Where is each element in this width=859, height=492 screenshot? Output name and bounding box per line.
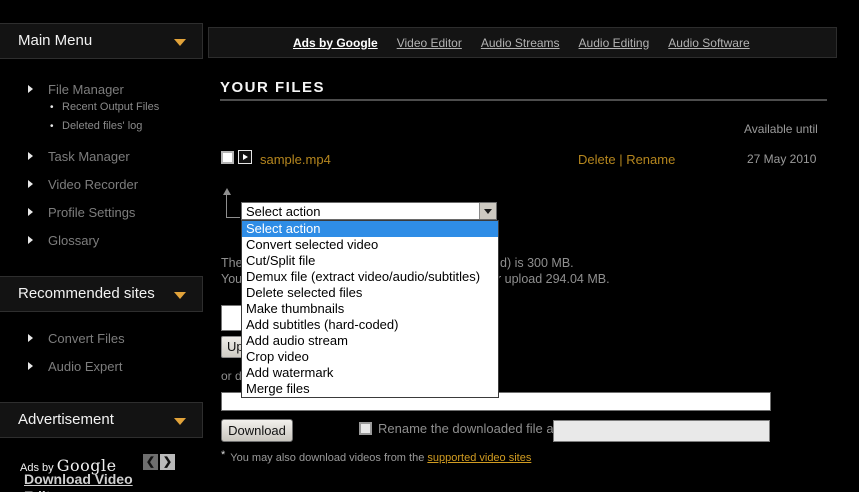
size-limit-text-left: The (221, 256, 243, 270)
nav-link-video-editor[interactable]: Video Editor (397, 36, 462, 50)
arrow-head (223, 188, 231, 195)
or-download-text: or d (221, 369, 242, 383)
chevron-down-icon (174, 292, 186, 299)
sidebar-subitem-recent-output-files[interactable]: • Recent Output Files (0, 101, 203, 114)
footnote-text: You may also download videos from the (230, 452, 427, 464)
size-limit-text-right: d) is 300 MB. (500, 256, 574, 270)
sidebar-subitem-deleted-files-log[interactable]: • Deleted files' log (0, 120, 203, 133)
action-select-value: Select action (246, 204, 320, 219)
file-checkbox[interactable] (221, 151, 234, 164)
sidebar-header-main-menu[interactable]: Main Menu (0, 23, 203, 59)
rename-checkbox[interactable] (359, 422, 372, 435)
bullet-icon: • (50, 121, 54, 132)
dropdown-option-select-action[interactable]: Select action (242, 221, 498, 237)
nav-link-audio-streams[interactable]: Audio Streams (481, 36, 560, 50)
chevron-down-icon (174, 418, 186, 425)
arrow-right-icon (28, 152, 33, 160)
sidebar-item-glossary[interactable]: Glossary (0, 233, 203, 249)
play-triangle-icon (243, 154, 248, 160)
advertisement-title: Advertisement (18, 411, 114, 428)
chevron-down-icon (174, 39, 186, 46)
top-ad-nav: Ads by Google Video Editor Audio Streams… (208, 27, 837, 58)
dropdown-option-make-thumbnails[interactable]: Make thumbnails (242, 301, 498, 317)
footnote: * You may also download videos from the s… (221, 449, 531, 464)
ad-next-button[interactable]: ❯ (160, 454, 175, 470)
download-button[interactable]: Download (221, 419, 293, 442)
sidebar-header-advertisement[interactable]: Advertisement (0, 402, 203, 438)
arrow-right-icon (28, 334, 33, 342)
sidebar-item-label: Audio Expert (48, 359, 122, 374)
dropdown-option-add-subtitles[interactable]: Add subtitles (hard-coded) (242, 317, 498, 333)
rename-checkbox-label: Rename the downloaded file as (378, 421, 560, 436)
arrow-line-vertical (226, 194, 227, 218)
sidebar-subitem-label: Deleted files' log (62, 120, 142, 132)
ad-link-line2[interactable]: Editor (24, 488, 64, 492)
ad-prev-button[interactable]: ❮ (143, 454, 158, 470)
rename-file-input[interactable] (553, 420, 770, 442)
sidebar-header-recommended-sites[interactable]: Recommended sites (0, 276, 203, 312)
ad-link-download-video[interactable]: Download Video (24, 471, 133, 487)
nav-link-audio-editing[interactable]: Audio Editing (579, 36, 650, 50)
sidebar-item-profile-settings[interactable]: Profile Settings (0, 205, 203, 221)
nav-link-audio-software[interactable]: Audio Software (668, 36, 749, 50)
pointer-arrow-icon (222, 188, 240, 219)
supported-video-sites-link[interactable]: supported video sites (427, 452, 531, 464)
available-until-label: Available until (744, 122, 818, 136)
sidebar-item-label: Convert Files (48, 331, 125, 346)
sidebar-item-label: Video Recorder (48, 177, 138, 192)
sidebar-item-video-recorder[interactable]: Video Recorder (0, 177, 203, 193)
footnote-asterisk: * (221, 449, 225, 461)
chevron-down-icon (484, 209, 492, 214)
action-select[interactable]: Select action (241, 202, 497, 220)
sidebar-item-task-manager[interactable]: Task Manager (0, 149, 203, 165)
sidebar-item-file-manager[interactable]: File Manager (0, 82, 203, 98)
dropdown-option-merge-files[interactable]: Merge files (242, 381, 498, 397)
page-title: YOUR FILES (220, 79, 325, 96)
arrow-right-icon (28, 85, 33, 93)
quota-text-right: r upload 294.04 MB. (497, 272, 610, 286)
page: Main Menu File Manager • Recent Output F… (0, 0, 859, 492)
nav-link-ads-by-google[interactable]: Ads by Google (293, 36, 378, 50)
dropdown-option-crop-video[interactable]: Crop video (242, 349, 498, 365)
arrow-right-icon (28, 236, 33, 244)
arrow-right-icon (28, 362, 33, 370)
recommended-sites-title: Recommended sites (18, 285, 155, 302)
bullet-icon: • (50, 102, 54, 113)
file-actions: Delete | Rename (578, 152, 675, 167)
available-until-date: 27 May 2010 (747, 152, 816, 166)
dropdown-option-add-audio-stream[interactable]: Add audio stream (242, 333, 498, 349)
dropdown-option-cut-split-file[interactable]: Cut/Split file (242, 253, 498, 269)
sidebar-item-label: Profile Settings (48, 205, 135, 220)
main-menu-title: Main Menu (18, 32, 92, 49)
sidebar-item-label: Glossary (48, 233, 99, 248)
dropdown-option-delete-selected-files[interactable]: Delete selected files (242, 285, 498, 301)
play-icon[interactable] (238, 150, 252, 164)
arrow-right-icon (28, 180, 33, 188)
sidebar-item-convert-files[interactable]: Convert Files (0, 331, 203, 347)
arrow-right-icon (28, 208, 33, 216)
file-name[interactable]: sample.mp4 (260, 152, 331, 167)
sidebar-item-label: File Manager (48, 82, 124, 97)
dropdown-option-demux-file[interactable]: Demux file (extract video/audio/subtitle… (242, 269, 498, 285)
quota-text-left: You (221, 272, 242, 286)
dropdown-option-convert-selected-video[interactable]: Convert selected video (242, 237, 498, 253)
sidebar-subitem-label: Recent Output Files (62, 101, 159, 113)
select-dropdown-button[interactable] (479, 203, 496, 219)
sidebar-item-audio-expert[interactable]: Audio Expert (0, 359, 203, 375)
arrow-line-horizontal (226, 217, 240, 218)
action-separator: | (616, 152, 627, 167)
delete-link[interactable]: Delete (578, 152, 616, 167)
sidebar-item-label: Task Manager (48, 149, 130, 164)
action-dropdown-list: Select action Convert selected video Cut… (241, 220, 499, 398)
title-divider (220, 99, 827, 101)
dropdown-option-add-watermark[interactable]: Add watermark (242, 365, 498, 381)
rename-link[interactable]: Rename (626, 152, 675, 167)
